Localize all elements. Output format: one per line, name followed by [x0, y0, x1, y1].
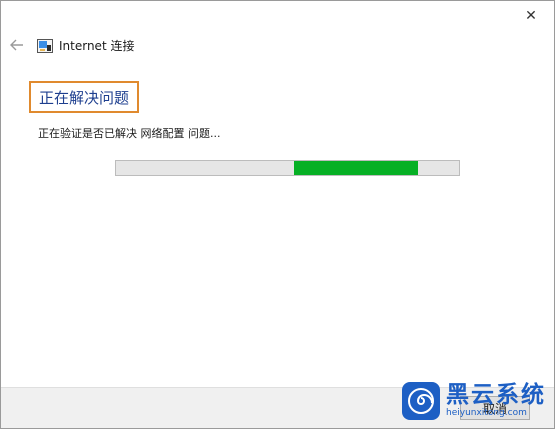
window-title: Internet 连接 [59, 39, 135, 53]
close-button[interactable]: ✕ [516, 5, 546, 27]
progress-bar [115, 160, 460, 176]
troubleshooter-window: ✕ Internet 连接 正在解决问题 正在验证是否已解决 网络配置 问题..… [0, 0, 555, 429]
close-icon: ✕ [525, 8, 537, 24]
footer-bar: 取消 [1, 387, 554, 428]
status-text: 正在验证是否已解决 网络配置 问题... [38, 127, 221, 140]
cancel-button[interactable]: 取消 [460, 396, 530, 420]
back-button[interactable] [7, 35, 27, 55]
heading-highlight: 正在解决问题 [29, 81, 140, 113]
window-title-area: Internet 连接 [37, 37, 134, 54]
network-troubleshooter-icon [37, 38, 53, 53]
back-arrow-icon [10, 39, 23, 51]
page-heading: 正在解决问题 [39, 88, 130, 107]
progress-fill [294, 161, 418, 175]
